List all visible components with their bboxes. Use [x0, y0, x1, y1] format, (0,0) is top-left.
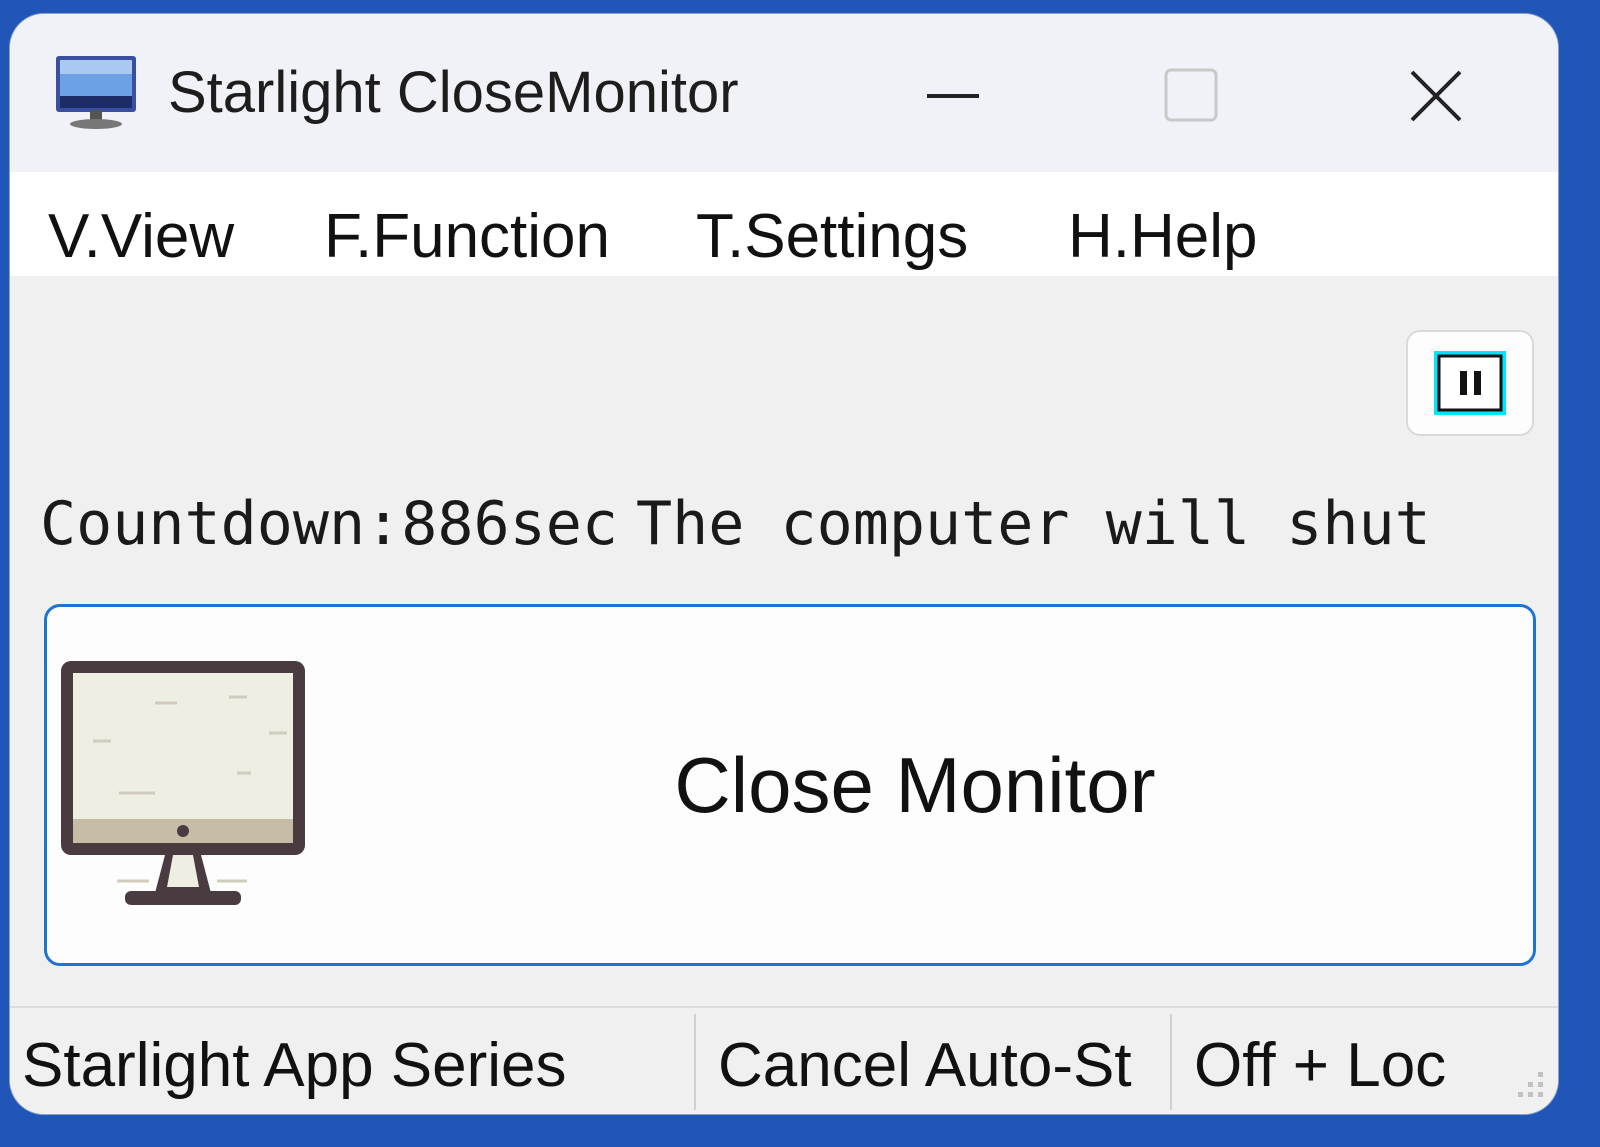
- maximize-icon: [1164, 68, 1218, 122]
- countdown-seconds: 886: [401, 489, 510, 559]
- countdown-unit: sec: [509, 489, 618, 559]
- status-pane-series[interactable]: Starlight App Series: [22, 1028, 672, 1104]
- shutdown-message: The computer will shut: [635, 489, 1431, 559]
- window-title: Starlight CloseMonitor: [168, 60, 739, 125]
- minimize-icon: [927, 94, 979, 98]
- countdown-text: Countdown: 886 sec The computer will shut: [40, 484, 1550, 564]
- pause-button[interactable]: [1406, 330, 1534, 436]
- resize-grip-icon[interactable]: [1506, 1064, 1548, 1106]
- menu-function[interactable]: F.Function: [324, 200, 610, 274]
- close-button[interactable]: [1376, 46, 1496, 146]
- status-divider: [1170, 1014, 1172, 1110]
- menu-view[interactable]: V.View: [48, 200, 234, 274]
- close-monitor-button[interactable]: Close Monitor: [44, 604, 1536, 966]
- close-monitor-label: Close Monitor: [674, 741, 1156, 829]
- app-window: Starlight CloseMonitor V.View F.Function…: [10, 14, 1558, 1114]
- status-divider: [694, 1014, 696, 1110]
- menu-bar: V.View F.Function T.Settings H.Help: [10, 172, 1558, 276]
- status-bar: Starlight App Series Cancel Auto-St Off …: [10, 1006, 1558, 1114]
- title-bar[interactable]: Starlight CloseMonitor: [10, 14, 1558, 172]
- minimize-button[interactable]: [895, 46, 1015, 146]
- status-pane-lock[interactable]: Off + Loc: [1194, 1028, 1468, 1104]
- pause-icon: [1434, 351, 1506, 415]
- monitor-app-icon: [56, 56, 136, 129]
- countdown-prefix: Countdown:: [40, 489, 402, 559]
- menu-settings[interactable]: T.Settings: [696, 200, 968, 274]
- close-icon: [1410, 70, 1462, 122]
- menu-help[interactable]: H.Help: [1068, 200, 1258, 274]
- status-pane-autostart[interactable]: Cancel Auto-St: [718, 1028, 1168, 1104]
- maximize-button[interactable]: [1132, 46, 1252, 146]
